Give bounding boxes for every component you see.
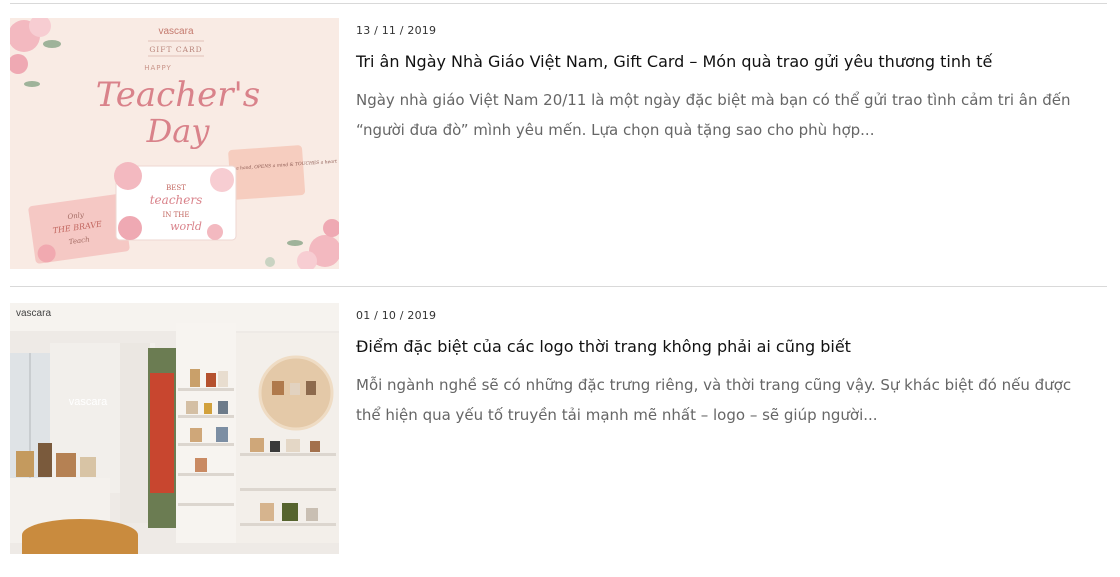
svg-text:IN THE: IN THE — [163, 211, 190, 219]
brand-logo-text: vascara — [158, 26, 193, 37]
article-excerpt: Ngày nhà giáo Việt Nam 20/11 là một ngày… — [356, 91, 1071, 139]
svg-text:BEST: BEST — [166, 184, 186, 192]
article-excerpt: Mỗi ngành nghề sẽ có những đặc trưng riê… — [356, 376, 1072, 424]
happy-label: HAPPY — [144, 64, 172, 72]
day-headline: Day — [146, 112, 211, 150]
store-wall-logo: vascara — [69, 396, 108, 408]
article-card[interactable]: vascara vascara 01 / 10 / 2019 Điểm đặc … — [10, 303, 1110, 555]
gift-card-center: BEST teachers IN THE world — [114, 162, 237, 241]
article-card[interactable]: vascara GIFT CARD HAPPY Teacher's Day On… — [10, 18, 1110, 270]
teachers-day-gift-card-image: vascara GIFT CARD HAPPY Teacher's Day On… — [10, 18, 339, 269]
gift-card-label: GIFT CARD — [149, 45, 202, 54]
article-thumbnail[interactable]: vascara vascara — [10, 303, 339, 554]
svg-text:world: world — [170, 220, 202, 233]
top-divider — [10, 3, 1107, 4]
article-thumbnail[interactable]: vascara GIFT CARD HAPPY Teacher's Day On… — [10, 18, 339, 269]
vascara-store-interior-image: vascara vascara — [10, 303, 339, 554]
svg-text:teachers: teachers — [150, 193, 203, 207]
article-date: 01 / 10 / 2019 — [356, 309, 437, 322]
article-divider — [10, 286, 1107, 287]
article-title-link[interactable]: Tri ân Ngày Nhà Giáo Việt Nam, Gift Card… — [356, 52, 992, 71]
teachers-headline: Teacher's — [96, 75, 261, 115]
article-title-link[interactable]: Điểm đặc biệt của các logo thời trang kh… — [356, 337, 851, 356]
brand-corner-logo: vascara — [16, 308, 51, 319]
article-date: 13 / 11 / 2019 — [356, 24, 437, 37]
